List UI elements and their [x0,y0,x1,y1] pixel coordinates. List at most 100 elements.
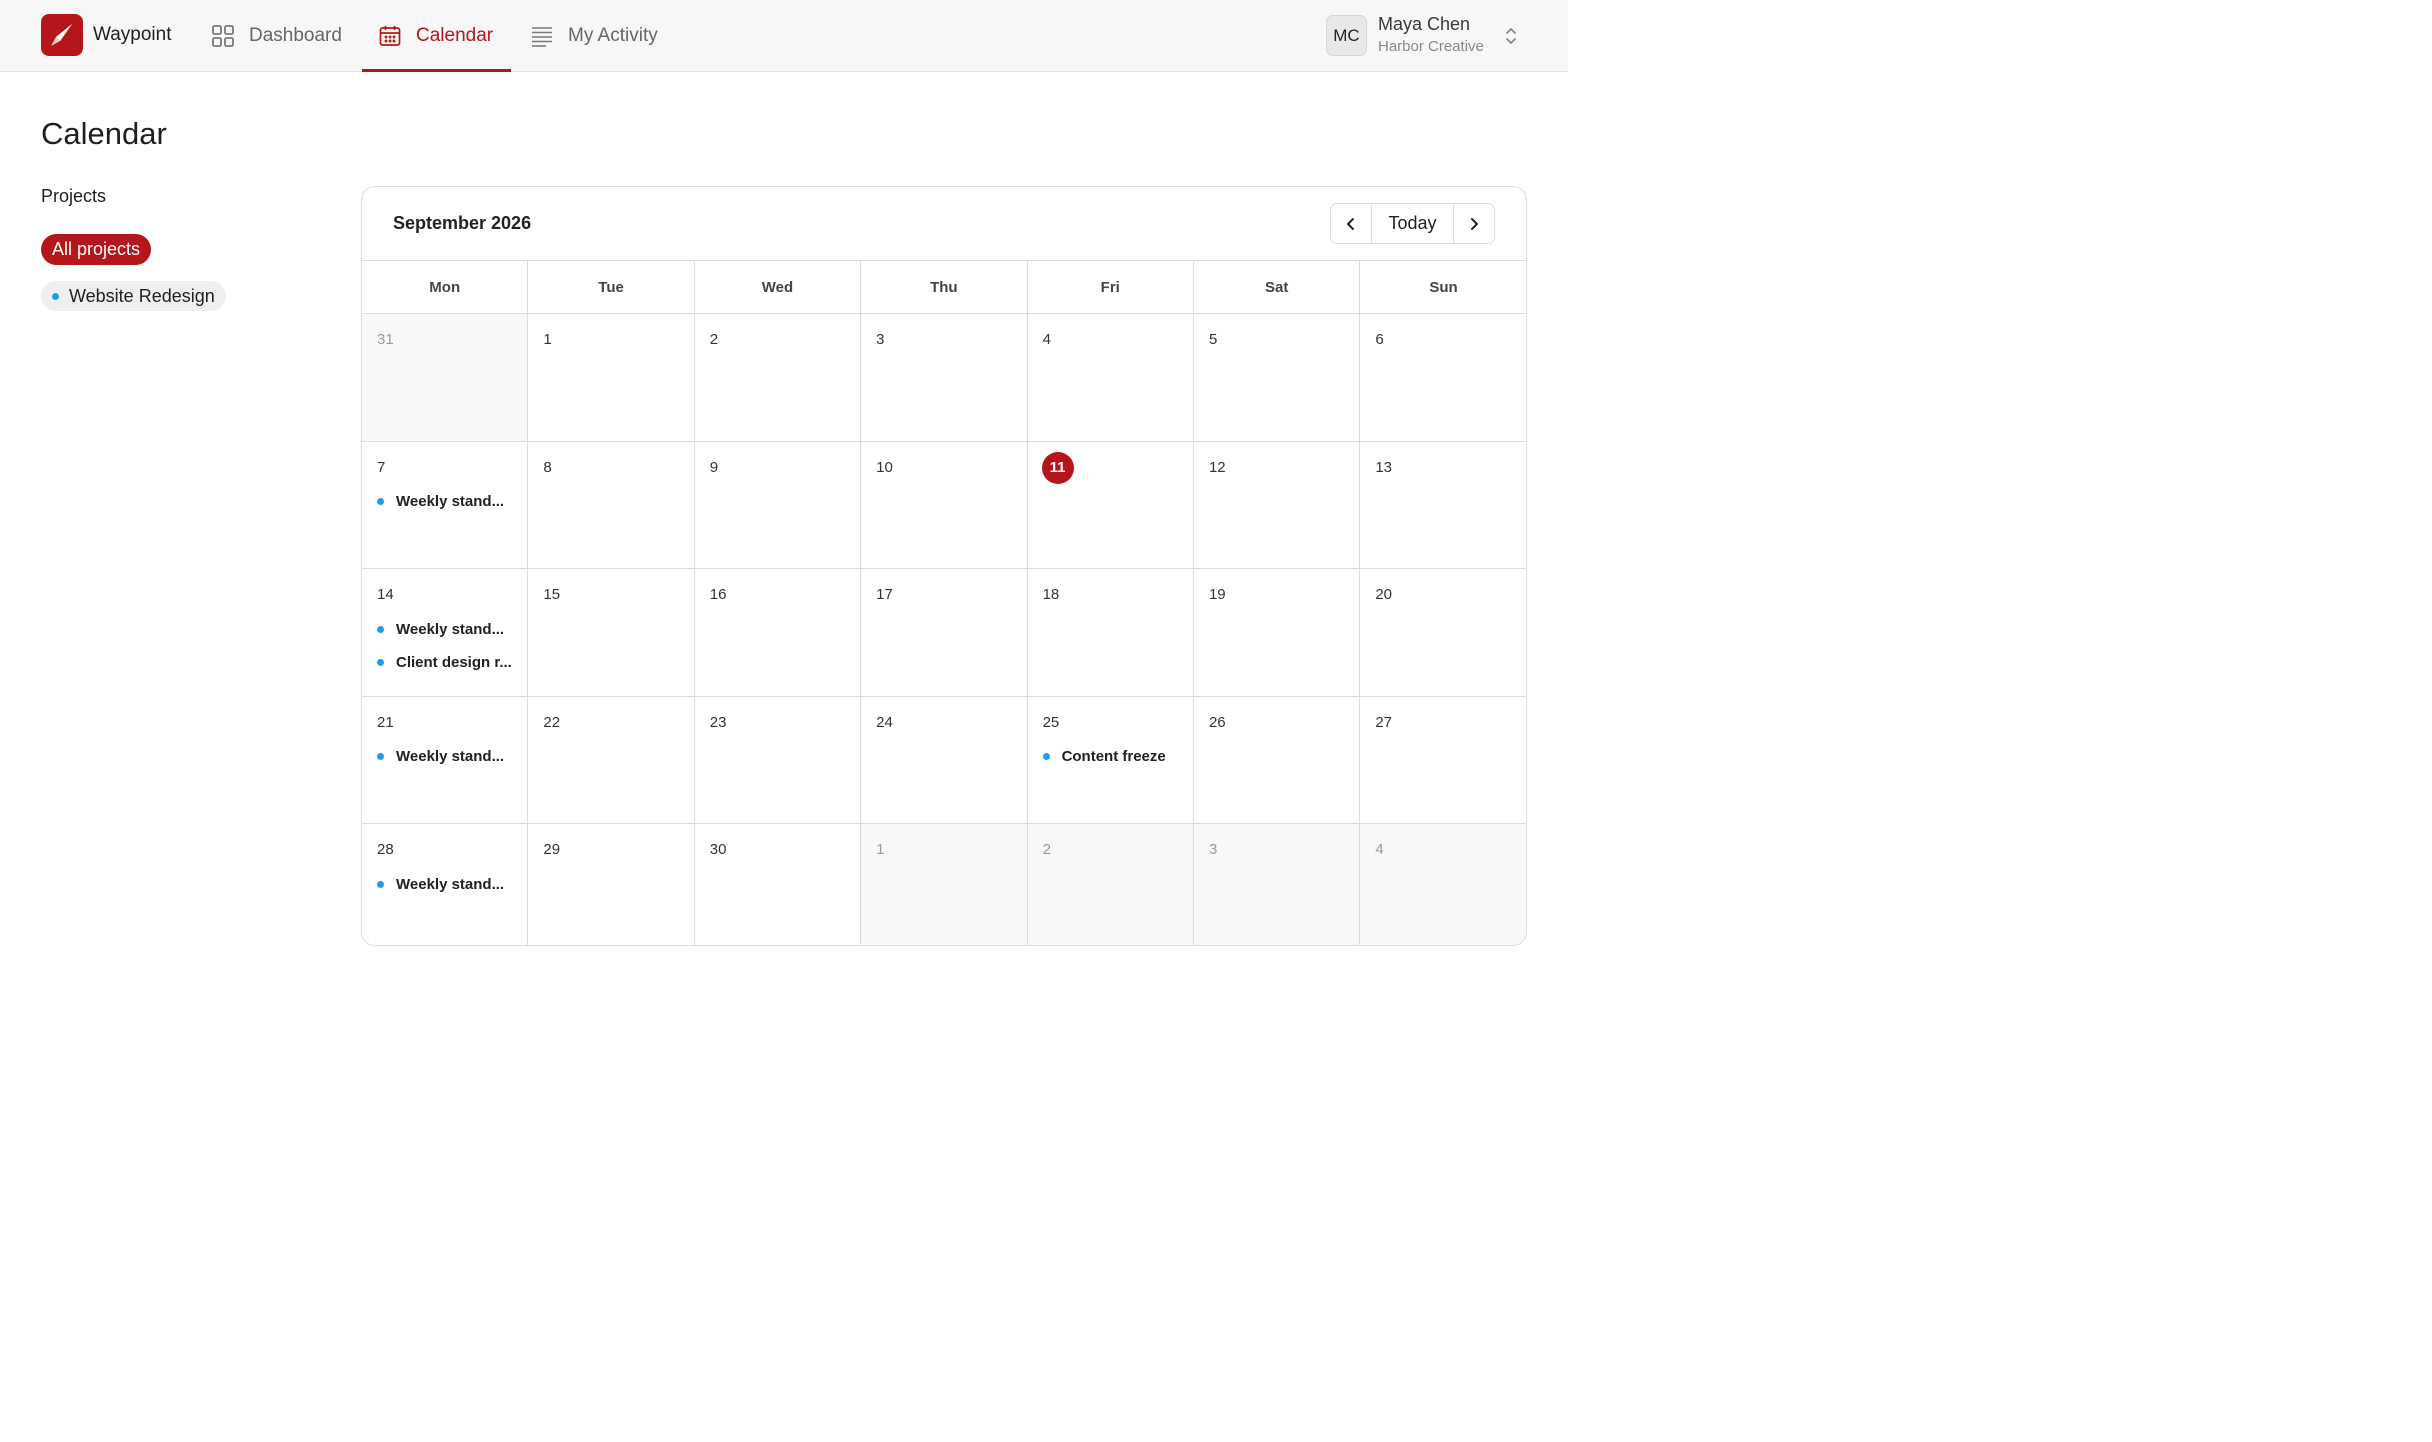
day-cell[interactable]: 20 [1360,569,1526,696]
day-number: 6 [1375,331,1384,348]
calendar-event[interactable]: Content freeze [1042,747,1178,767]
weekday-header: Fri [1028,261,1194,313]
app-name[interactable]: Waypoint [93,24,172,46]
calendar-grid: 31 1 2 3 4 5 6 7 Weekly stand... 8 9 10 11 12 13 14 Week… [362,314,1526,945]
day-cell[interactable]: 16 [695,569,862,696]
event-color-dot [377,880,384,888]
day-number: 3 [1208,841,1218,859]
day-number: 12 [1208,458,1226,476]
calendar-event[interactable]: Weekly stand... [377,747,512,767]
today-button[interactable]: Today [1372,204,1454,243]
weekday-header: Thu [861,261,1028,313]
nav-my-activity[interactable]: My Activity [530,0,658,72]
day-cell[interactable]: 14 Weekly stand... Client design r... [362,569,529,696]
nav-my-activity-label: My Activity [568,25,658,46]
avatar[interactable]: MC [1326,15,1367,56]
day-number: 15 [543,586,561,604]
day-cell[interactable]: 21 Weekly stand... [362,696,529,824]
weekday-header: Wed [695,261,862,313]
day-cell[interactable]: 19 [1194,569,1361,696]
day-cell[interactable]: 9 [695,441,862,569]
calendar-event[interactable]: Client design r... [377,652,512,672]
calendar-event[interactable]: Weekly stand... [377,492,512,512]
weekday-header-row: Mon Tue Wed Thu Fri Sat Sun [362,261,1526,314]
day-number: 20 [1375,586,1393,604]
top-nav-bar: Waypoint Dashboard Calendar My Activity … [0,0,1568,72]
day-cell[interactable]: 1 [861,824,1028,945]
day-cell[interactable]: 17 [861,569,1028,696]
day-cell[interactable]: 23 [695,696,862,824]
nav-dashboard[interactable]: Dashboard [211,0,342,72]
calendar-panel: September 2026 Today Mon Tue Wed Thu Fri Sat S… [361,186,1527,946]
weekday-header: Sat [1194,261,1361,313]
day-number: 23 [709,713,727,731]
day-cell[interactable]: 8 [528,441,695,569]
event-title: Weekly stand... [396,875,505,893]
day-cell[interactable]: 1 [528,314,695,441]
day-number: 29 [543,841,561,859]
week-row: 7 Weekly stand... 8 9 10 11 12 13 [362,441,1526,570]
day-cell[interactable]: 3 [861,314,1028,441]
weekday-header: Sun [1429,278,1458,296]
weekday-header: Tue [528,261,695,313]
day-number: 30 [709,841,727,859]
day-number: 1 [543,331,552,348]
day-cell[interactable]: 10 [861,441,1028,569]
page-title: Calendar [41,116,167,151]
day-cell[interactable]: 7 Weekly stand... [362,441,529,569]
calendar-event[interactable]: Weekly stand... [377,874,512,894]
day-cell[interactable]: 25 Content freeze [1028,696,1194,824]
day-cell[interactable]: 29 [528,824,695,945]
day-cell[interactable]: 5 [1194,314,1361,441]
day-cell[interactable]: 2 [1027,824,1194,945]
nav-calendar[interactable]: Calendar [378,0,493,72]
event-title: Weekly stand... [396,748,505,766]
day-number: 17 [876,586,893,604]
day-cell[interactable]: 4 [1360,824,1526,945]
calendar-event[interactable]: Weekly stand... [377,619,512,639]
day-cell[interactable]: 31 [362,314,529,441]
day-number: 2 [1042,841,1051,859]
weekday-header: Mon [362,261,529,313]
day-cell[interactable]: 27 [1360,697,1526,824]
filter-website-redesign-label: Website Redesign [69,285,215,306]
filter-website-redesign[interactable]: Website Redesign [41,281,226,311]
filter-all-projects[interactable]: All projects [41,234,152,265]
day-cell[interactable]: 18 [1028,569,1194,696]
day-cell[interactable]: 3 [1193,824,1361,945]
day-cell-today[interactable]: 11 [1028,441,1194,569]
week-row: 31 1 2 3 4 5 6 [362,314,1526,442]
day-number: 14 [377,586,394,604]
user-name[interactable]: Maya Chen [1378,14,1470,35]
event-title: Weekly stand... [396,620,505,638]
day-cell[interactable]: 13 [1360,442,1526,569]
chevron-left-icon [1347,217,1354,230]
day-cell[interactable]: 24 [861,696,1028,824]
next-month-button[interactable] [1454,204,1494,243]
day-cell[interactable]: 28 Weekly stand... [362,824,529,945]
day-number: 21 [377,713,394,731]
calendar-icon [378,24,402,48]
chevron-up-down-icon[interactable] [1502,24,1520,48]
user-organization: Harbor Creative [1378,38,1484,55]
day-cell[interactable]: 6 [1360,314,1526,441]
day-number: 26 [1208,713,1226,731]
day-cell[interactable]: 12 [1194,441,1361,569]
day-number: 9 [709,458,719,476]
day-cell[interactable]: 4 [1028,314,1194,441]
day-number: 25 [1042,713,1060,731]
day-cell[interactable]: 26 [1194,696,1361,824]
waypoint-logo-icon[interactable] [41,14,83,56]
event-color-dot [377,498,384,506]
day-cell[interactable]: 15 [528,569,695,696]
day-number: 31 [377,331,394,348]
day-cell[interactable]: 22 [528,696,695,824]
day-number: 22 [543,713,561,731]
day-cell[interactable]: 30 [695,824,862,945]
day-cell[interactable]: 2 [695,314,862,441]
week-row: 28 Weekly stand... 29 30 1 2 3 4 [362,824,1526,945]
nav-dashboard-label: Dashboard [249,25,342,46]
calendar-navigation: Today [1330,203,1495,244]
day-number: 2 [709,331,719,348]
previous-month-button[interactable] [1331,204,1372,243]
